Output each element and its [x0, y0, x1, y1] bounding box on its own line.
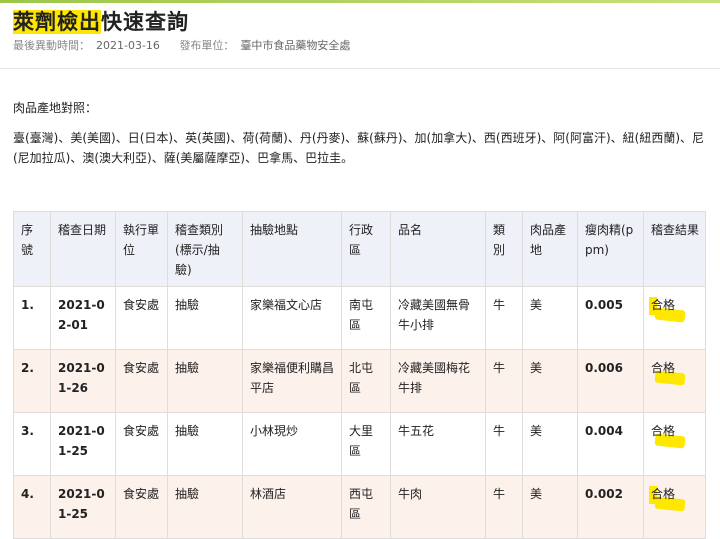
- result-text: 合格: [651, 361, 676, 375]
- top-accent-bar: [0, 0, 720, 3]
- updated-label: 最後異動時間：: [13, 39, 90, 52]
- cell-location: 家樂福文心店: [242, 286, 342, 350]
- result-text: 合格: [651, 487, 676, 501]
- cell-ppm: 0.006: [577, 349, 644, 413]
- cell-result: 合格: [643, 286, 706, 350]
- cell-date: 2021-01-25: [50, 475, 116, 539]
- page-meta: 最後異動時間： 2021-03-16 發布單位： 臺中市食品藥物安全處: [13, 37, 366, 53]
- cell-product: 冷藏美國無骨牛小排: [390, 286, 486, 350]
- cell-district: 南屯區: [341, 286, 391, 350]
- cell-ppm: 0.002: [577, 475, 644, 539]
- col-header: 品名: [390, 211, 486, 287]
- table-row: 2. 2021-01-26 食安處 抽驗 家樂福便利購昌平店 北屯區 冷藏美國梅…: [13, 349, 706, 413]
- table-row: 1. 2021-02-01 食安處 抽驗 家樂福文心店 南屯區 冷藏美國無骨牛小…: [13, 286, 706, 350]
- result-highlight: 合格: [651, 421, 675, 441]
- table-header-row: 序號 稽查日期 執行單位 稽查類別(標示/抽驗) 抽驗地點 行政區 品名 類別 …: [13, 211, 706, 287]
- cell-type: 抽驗: [167, 286, 243, 350]
- publisher-label: 發布單位：: [179, 39, 235, 52]
- result-text: 合格: [651, 424, 676, 438]
- cell-date: 2021-01-25: [50, 412, 116, 476]
- updated-value: 2021-03-16: [96, 39, 160, 52]
- cell-origin: 美: [522, 349, 578, 413]
- origin-legend: 臺(臺灣)、美(美國)、日(日本)、英(英國)、荷(荷蘭)、丹(丹麥)、蘇(蘇丹…: [13, 131, 705, 165]
- cell-type: 抽驗: [167, 349, 243, 413]
- cell-ppm: 0.004: [577, 412, 644, 476]
- cell-category: 牛: [485, 412, 523, 476]
- cell-district: 西屯區: [341, 475, 391, 539]
- publisher-value: 臺中市食品藥物安全處: [240, 39, 351, 52]
- cell-location: 林酒店: [242, 475, 342, 539]
- cell-product: 牛肉: [390, 475, 486, 539]
- cell-result: 合格: [643, 412, 706, 476]
- cell-category: 牛: [485, 349, 523, 413]
- cell-result: 合格: [643, 349, 706, 413]
- cell-result: 合格: [643, 475, 706, 539]
- cell-district: 大里區: [341, 412, 391, 476]
- cell-unit: 食安處: [115, 349, 168, 413]
- cell-unit: 食安處: [115, 286, 168, 350]
- cell-date: 2021-01-26: [50, 349, 116, 413]
- inspection-table: 序號 稽查日期 執行單位 稽查類別(標示/抽驗) 抽驗地點 行政區 品名 類別 …: [13, 211, 706, 539]
- cell-no: 4.: [13, 475, 51, 539]
- cell-origin: 美: [522, 286, 578, 350]
- cell-type: 抽驗: [167, 412, 243, 476]
- title-highlight: 萊劑檢出: [13, 10, 101, 34]
- result-text: 合格: [651, 298, 676, 312]
- cell-product: 冷藏美國梅花牛排: [390, 349, 486, 413]
- cell-no: 2.: [13, 349, 51, 413]
- col-header: 稽查日期: [50, 211, 116, 287]
- cell-category: 牛: [485, 286, 523, 350]
- col-header: 瘦肉精(ppm): [577, 211, 644, 287]
- table-row: 4. 2021-01-25 食安處 抽驗 林酒店 西屯區 牛肉 牛 美 0.00…: [13, 475, 706, 539]
- cell-origin: 美: [522, 475, 578, 539]
- title-rest: 快速查詢: [101, 10, 189, 34]
- cell-no: 3.: [13, 412, 51, 476]
- cell-type: 抽驗: [167, 475, 243, 539]
- col-header: 肉品產地: [522, 211, 578, 287]
- cell-unit: 食安處: [115, 475, 168, 539]
- result-highlight: 合格: [651, 358, 675, 378]
- cell-district: 北屯區: [341, 349, 391, 413]
- col-header: 執行單位: [115, 211, 168, 287]
- cell-date: 2021-02-01: [50, 286, 116, 350]
- cell-no: 1.: [13, 286, 51, 350]
- page-title: 萊劑檢出快速查詢: [13, 6, 189, 36]
- cell-category: 牛: [485, 475, 523, 539]
- result-highlight: 合格: [648, 295, 676, 315]
- cell-location: 小林現炒: [242, 412, 342, 476]
- table-row: 3. 2021-01-25 食安處 抽驗 小林現炒 大里區 牛五花 牛 美 0.…: [13, 412, 706, 476]
- col-header: 類別: [485, 211, 523, 287]
- cell-location: 家樂福便利購昌平店: [242, 349, 342, 413]
- col-header: 行政區: [341, 211, 391, 287]
- cell-product: 牛五花: [390, 412, 486, 476]
- col-header: 稽查結果: [643, 211, 706, 287]
- col-header: 序號: [13, 211, 51, 287]
- divider: [0, 68, 720, 69]
- col-header: 稽查類別(標示/抽驗): [167, 211, 243, 287]
- cell-origin: 美: [522, 412, 578, 476]
- col-header: 抽驗地點: [242, 211, 342, 287]
- cell-ppm: 0.005: [577, 286, 644, 350]
- origin-heading: 肉品產地對照：: [13, 101, 98, 115]
- cell-unit: 食安處: [115, 412, 168, 476]
- result-highlight: 合格: [648, 484, 676, 504]
